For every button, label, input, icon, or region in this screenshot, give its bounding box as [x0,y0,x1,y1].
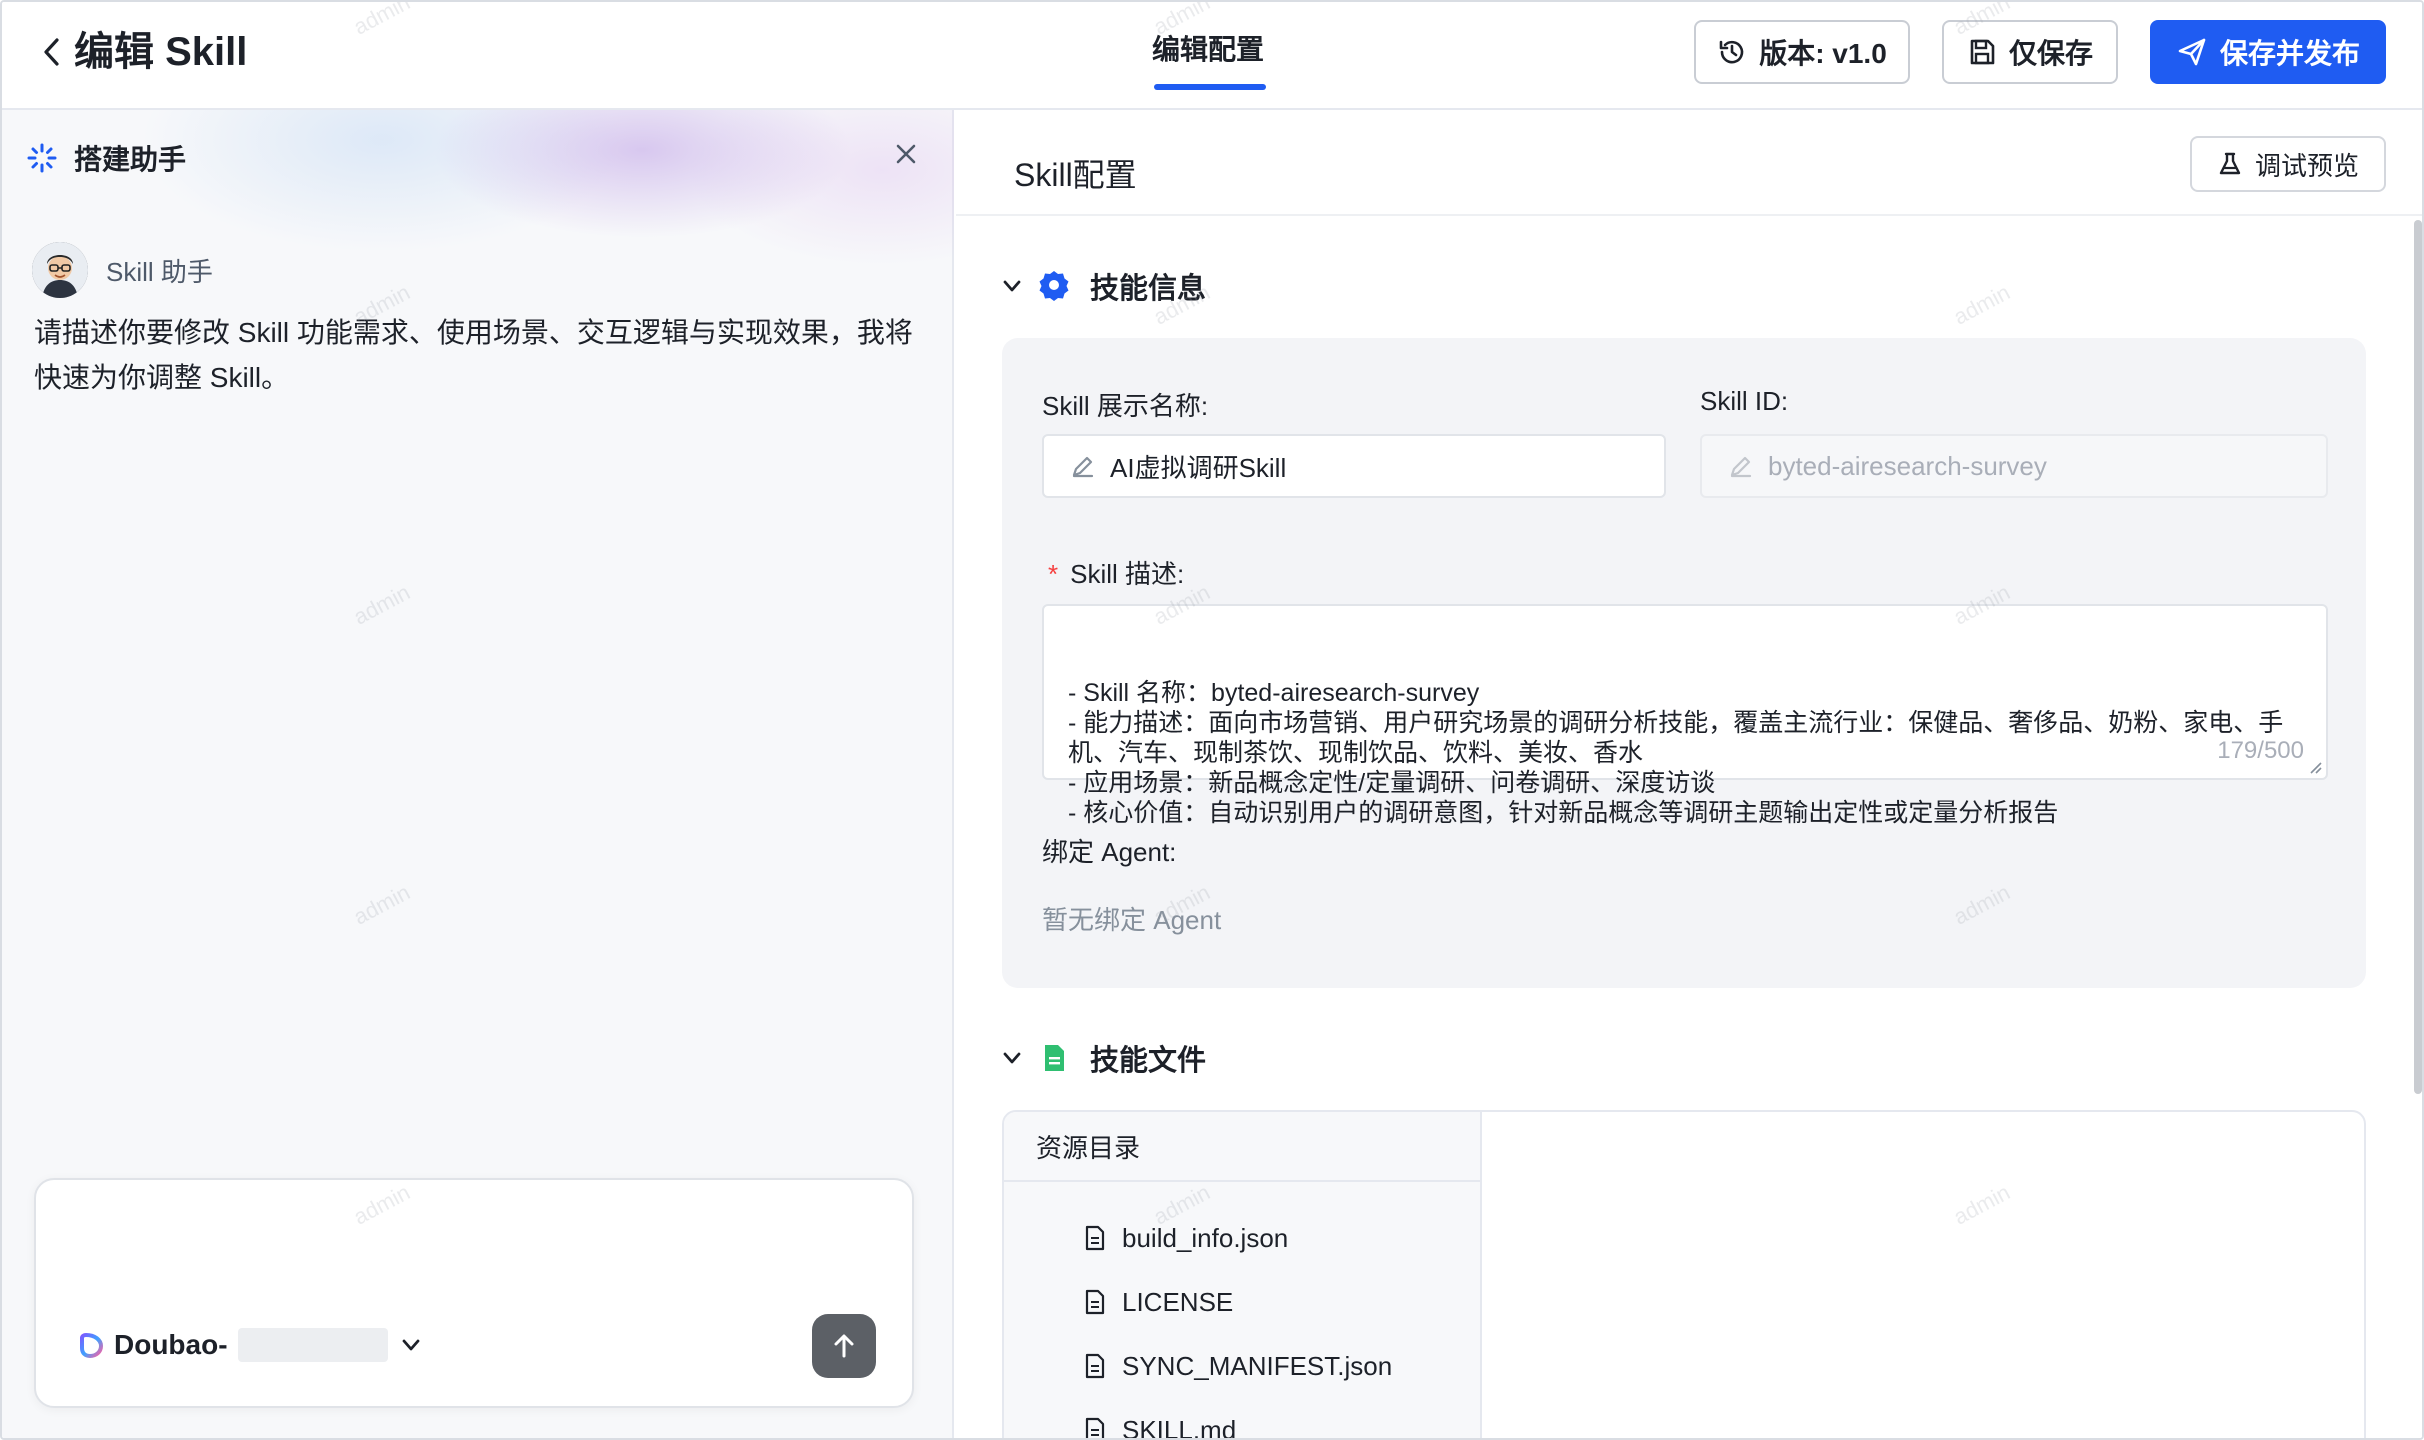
save-and-publish-button[interactable]: 保存并发布 [2150,20,2386,84]
bot-name: Skill 助手 [106,256,213,287]
flask-icon [2219,152,2241,175]
file-name: build_info.json [1122,1222,1289,1253]
description-label: * Skill 描述: [1048,554,1184,591]
chevron-down-icon [1003,1052,1021,1064]
debug-preview-label: 调试预览 [2254,150,2359,181]
doubao-logo-icon [80,1332,104,1358]
save-only-button[interactable]: 仅保存 [1942,20,2118,84]
bot-identity: Skill 助手 [32,242,213,298]
section-title-skill-info: 技能信息 [1090,273,1207,305]
chevron-down-icon [402,1339,419,1351]
file-tree-header: 资源目录 [1004,1112,1482,1182]
skill-files-card: 资源目录 build_info.json LICENSE SYNC_MANIFE… [1002,1110,2366,1440]
file-tree: 资源目录 build_info.json LICENSE SYNC_MANIFE… [1004,1112,1482,1440]
bot-message: 请描述你要修改 Skill 功能需求、使用场景、交互逻辑与实现效果，我将快速为你… [34,317,913,393]
file-name: LICENSE [1122,1286,1234,1317]
skill-id-value: byted-airesearch-survey [1768,450,2047,481]
resize-grip-icon[interactable] [2308,760,2322,774]
file-icon [1085,1417,1105,1438]
description-char-counter: 179/500 [2217,737,2304,764]
file-item[interactable]: SYNC_MANIFEST.json [1084,1346,1392,1386]
config-panel: Skill配置 调试预览 技能信息 Skill 展示名称: AI虚拟调研Skil… [956,110,2422,1440]
file-item[interactable]: build_info.json [1084,1218,1288,1258]
send-icon [2178,38,2206,66]
send-button[interactable] [812,1314,876,1378]
section-header-skill-files[interactable]: 技能文件 [1000,1036,1206,1080]
display-name-input[interactable]: AI虚拟调研Skill [1042,434,1666,498]
edit-icon [1072,456,1094,478]
skill-id-input: byted-airesearch-survey [1700,434,2328,498]
assistant-header: 搭建助手 [26,138,186,178]
skill-id-label: Skill ID: [1700,386,1789,416]
description-textarea[interactable]: - Skill 名称：byted-airesearch-survey - 能力描… [1042,604,2328,827]
bind-agent-label: 绑定 Agent: [1042,837,1177,867]
save-and-publish-label: 保存并发布 [2219,38,2360,69]
display-name-value: AI虚拟调研Skill [1110,452,1287,483]
section-header-skill-info[interactable]: 技能信息 [1000,264,1206,308]
version-label: 版本: v1.0 [1759,38,1887,69]
file-icon [1085,1353,1105,1379]
file-item[interactable]: LICENSE [1084,1282,1233,1322]
required-marker: * [1048,559,1059,589]
version-button[interactable]: 版本: v1.0 [1694,20,1910,84]
assistant-title: 搭建助手 [74,144,187,175]
assistant-panel: 搭建助手 Skill 助手 请描述你要修改 Skill 功能需求、使用场景、交互… [2,110,954,1438]
model-name-redacted [237,1328,388,1362]
save-icon [1970,39,1995,65]
save-only-label: 仅保存 [2008,38,2093,69]
page-title: 编辑 Skill [74,30,248,74]
description-label-text: Skill 描述: [1070,559,1185,589]
skill-info-card: Skill 展示名称: AI虚拟调研Skill Skill ID: byted-… [1002,338,2366,988]
config-header: Skill配置 调试预览 [956,110,2422,216]
active-tab-indicator [1154,84,1266,90]
document-icon [1045,1045,1064,1071]
file-icon [1085,1225,1105,1251]
description-text: - Skill 名称：byted-airesearch-survey - 能力描… [1068,679,2284,827]
file-icon [1085,1289,1105,1315]
close-assistant-button[interactable] [888,136,924,172]
bind-agent-empty: 暂无绑定 Agent [1042,905,1222,935]
arrow-up-icon [834,1334,854,1358]
file-name: SKILL.md [1122,1414,1237,1440]
display-name-label: Skill 展示名称: [1042,391,1209,421]
scrollbar-thumb[interactable] [2414,220,2422,1094]
model-selector[interactable]: Doubao- [78,1328,424,1362]
sparkle-loader-icon [27,143,57,173]
file-item[interactable]: SKILL.md [1084,1410,1237,1440]
gear-icon [1039,271,1069,301]
avatar [32,242,88,298]
back-button[interactable] [32,32,72,72]
config-title: Skill配置 [1014,157,1137,193]
history-icon [1719,40,1744,64]
file-name: SYNC_MANIFEST.json [1122,1350,1393,1381]
debug-preview-button[interactable]: 调试预览 [2190,136,2386,192]
section-title-skill-files: 技能文件 [1090,1045,1207,1077]
model-name: Doubao- [114,1329,228,1360]
chevron-left-icon [44,38,59,66]
edit-icon [1730,456,1752,478]
tab-edit-config[interactable]: 编辑配置 [1152,30,1264,70]
close-icon [896,144,916,164]
top-header: 编辑 Skill 编辑配置 版本: v1.0 仅保存 保存并发布 [2,2,2422,110]
chevron-down-icon [1003,280,1021,292]
app-window: 编辑 Skill 编辑配置 版本: v1.0 仅保存 保存并发布 搭建助手 Sk… [0,0,2424,1440]
chat-input-box[interactable]: Doubao- [34,1178,914,1408]
